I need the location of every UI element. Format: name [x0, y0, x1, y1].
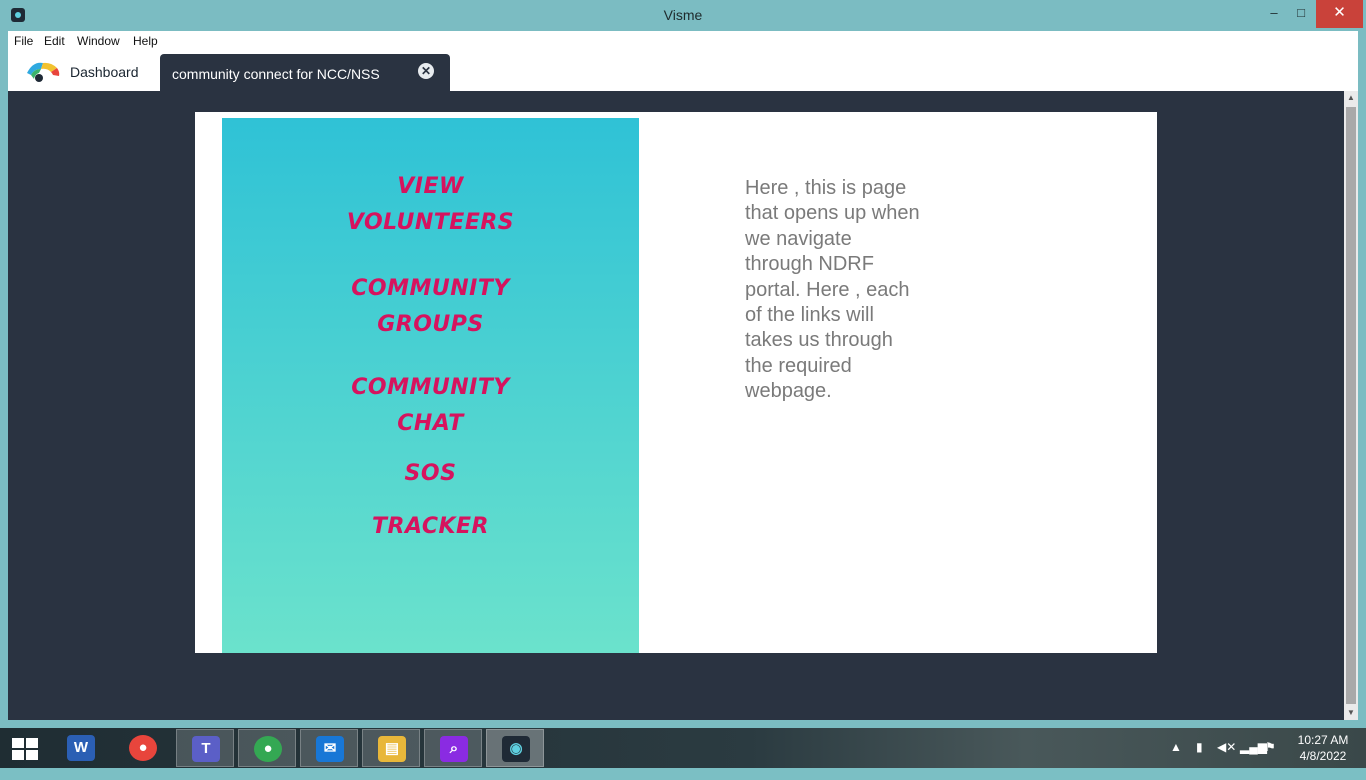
window-title: Visme: [663, 7, 703, 23]
tab-community-connect[interactable]: community connect for NCC/NSS ✕: [160, 54, 450, 91]
taskbar-chrome-profile[interactable]: ●: [238, 729, 296, 767]
vertical-scrollbar[interactable]: ▲ ▼: [1344, 91, 1358, 720]
taskbar-file-explorer[interactable]: ▤: [362, 729, 420, 767]
view-volunteers-link[interactable]: VIEW VOLUNTEERS: [222, 169, 639, 241]
navigation-panel: VIEW VOLUNTEERS COMMUNITY GROUPS COMMUNI…: [222, 118, 639, 653]
show-hidden-icons-icon[interactable]: ▲: [1170, 740, 1182, 780]
menu-window[interactable]: Window: [77, 34, 120, 48]
app-client-area: File Edit Window Help Dashboard communit…: [8, 31, 1358, 720]
tab-close-icon[interactable]: ✕: [418, 63, 434, 79]
taskbar-mail[interactable]: ✉: [300, 729, 358, 767]
volume-muted-icon[interactable]: ◀✕: [1217, 740, 1236, 780]
tab-strip: Dashboard community connect for NCC/NSS …: [8, 52, 1358, 91]
taskbar-chrome[interactable]: ●: [114, 729, 172, 767]
tab-community-connect-label: community connect for NCC/NSS: [172, 66, 380, 82]
close-window-button[interactable]: ✕: [1316, 0, 1363, 28]
start-button[interactable]: [12, 738, 38, 760]
windows-logo-icon: [12, 738, 24, 748]
clock-time: 10:27 AM: [1297, 733, 1349, 747]
community-groups-link[interactable]: COMMUNITY GROUPS: [222, 271, 639, 343]
taskbar-word[interactable]: W: [52, 729, 110, 767]
project-canvas: VIEW VOLUNTEERS COMMUNITY GROUPS COMMUNI…: [195, 112, 1157, 653]
sos-link[interactable]: SOS: [222, 456, 639, 492]
taskbar-search-app[interactable]: ⌕: [424, 729, 482, 767]
tab-dashboard-label: Dashboard: [70, 64, 139, 80]
chrome-icon: ●: [129, 735, 157, 761]
visme-icon: ◉: [502, 736, 530, 762]
maximize-button[interactable]: □: [1286, 0, 1316, 28]
battery-icon[interactable]: ▮: [1196, 740, 1203, 780]
community-chat-link[interactable]: COMMUNITY CHAT: [222, 370, 639, 442]
menu-edit[interactable]: Edit: [44, 34, 65, 48]
clock-date: 4/8/2022: [1299, 749, 1347, 763]
tab-dashboard[interactable]: Dashboard: [8, 52, 160, 91]
taskbar-visme[interactable]: ◉: [486, 729, 544, 767]
chrome-profile-icon: ●: [254, 736, 282, 762]
menu-help[interactable]: Help: [133, 34, 158, 48]
mail-icon: ✉: [316, 736, 344, 762]
taskbar-clock[interactable]: 10:27 AM 4/8/2022: [1290, 732, 1356, 764]
taskbar: W ● T ● ✉ ▤ ⌕ ◉ ▲ ▮ ◀✕ ▂▄▆ ⚑ 10:27 AM 4/…: [0, 728, 1366, 768]
scroll-thumb[interactable]: [1346, 107, 1356, 704]
network-signal-icon[interactable]: ▂▄▆: [1240, 740, 1267, 780]
taskbar-teams[interactable]: T: [176, 729, 234, 767]
file-explorer-icon: ▤: [378, 736, 406, 762]
word-icon: W: [67, 735, 95, 761]
app-window: Visme – □ ✕ File Edit Window Help Dashbo…: [0, 0, 1366, 728]
scroll-up-icon[interactable]: ▲: [1344, 91, 1358, 105]
description-text: Here , this is page that opens up when w…: [745, 177, 920, 403]
teams-icon: T: [192, 736, 220, 762]
visme-logo-icon: [27, 62, 60, 82]
notification-icon[interactable]: ⚑: [1265, 740, 1276, 780]
scroll-down-icon[interactable]: ▼: [1344, 706, 1358, 720]
menu-file[interactable]: File: [14, 34, 33, 48]
search-app-icon: ⌕: [440, 736, 468, 762]
tracker-link[interactable]: TRACKER: [222, 509, 639, 545]
menu-bar: File Edit Window Help: [8, 31, 1358, 52]
title-bar[interactable]: Visme – □ ✕: [0, 0, 1366, 31]
